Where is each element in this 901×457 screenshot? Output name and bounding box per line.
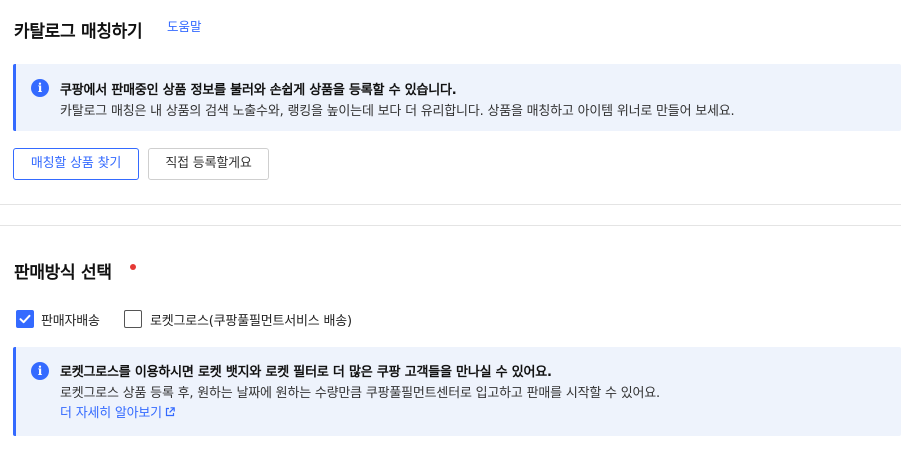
rocket-growth-label[interactable]: 로켓그로스(쿠팡풀필먼트서비스 배송) bbox=[150, 310, 352, 329]
find-matching-product-button[interactable]: 매칭할 상품 찾기 bbox=[13, 148, 139, 180]
info-icon: i bbox=[31, 79, 49, 97]
catalog-section-title: 카탈로그 매칭하기 bbox=[14, 22, 143, 42]
required-indicator bbox=[130, 264, 136, 270]
help-link[interactable]: 도움말 bbox=[167, 16, 202, 35]
learn-more-link[interactable]: 더 자세히 알아보기 bbox=[60, 402, 176, 421]
seller-delivery-label[interactable]: 판매자배송 bbox=[41, 310, 100, 329]
sales-method-title: 판매방식 선택 bbox=[14, 263, 112, 283]
seller-delivery-checkbox[interactable] bbox=[16, 310, 34, 328]
catalog-info-headline: 쿠팡에서 판매중인 상품 정보를 불러와 손쉽게 상품을 등록할 수 있습니다. bbox=[60, 83, 457, 98]
info-icon: i bbox=[31, 362, 49, 380]
rocket-growth-info-headline: 로켓그로스를 이용하시면 로켓 뱃지와 로켓 필터로 더 많은 쿠팡 고객들을 … bbox=[60, 365, 552, 380]
catalog-info-description: 카탈로그 매칭은 내 상품의 검색 노출수와, 랭킹을 높이는데 보다 더 유리… bbox=[60, 104, 735, 119]
rocket-growth-info-description: 로켓그로스 상품 등록 후, 원하는 날짜에 원하는 수량만큼 쿠팡풀필먼트센터… bbox=[60, 386, 660, 401]
external-link-icon bbox=[165, 407, 175, 417]
catalog-info-box: i 쿠팡에서 판매중인 상품 정보를 불러와 손쉽게 상품을 등록할 수 있습니… bbox=[13, 64, 901, 131]
checkmark-icon bbox=[19, 314, 31, 324]
section-divider-top bbox=[0, 204, 901, 205]
learn-more-label[interactable]: 더 자세히 알아보기 bbox=[60, 406, 162, 421]
section-divider-bottom bbox=[0, 225, 901, 226]
rocket-growth-info-box: i 로켓그로스를 이용하시면 로켓 뱃지와 로켓 필터로 더 많은 쿠팡 고객들… bbox=[13, 347, 901, 436]
direct-register-button[interactable]: 직접 등록할게요 bbox=[148, 148, 269, 180]
rocket-growth-checkbox[interactable] bbox=[124, 310, 142, 328]
